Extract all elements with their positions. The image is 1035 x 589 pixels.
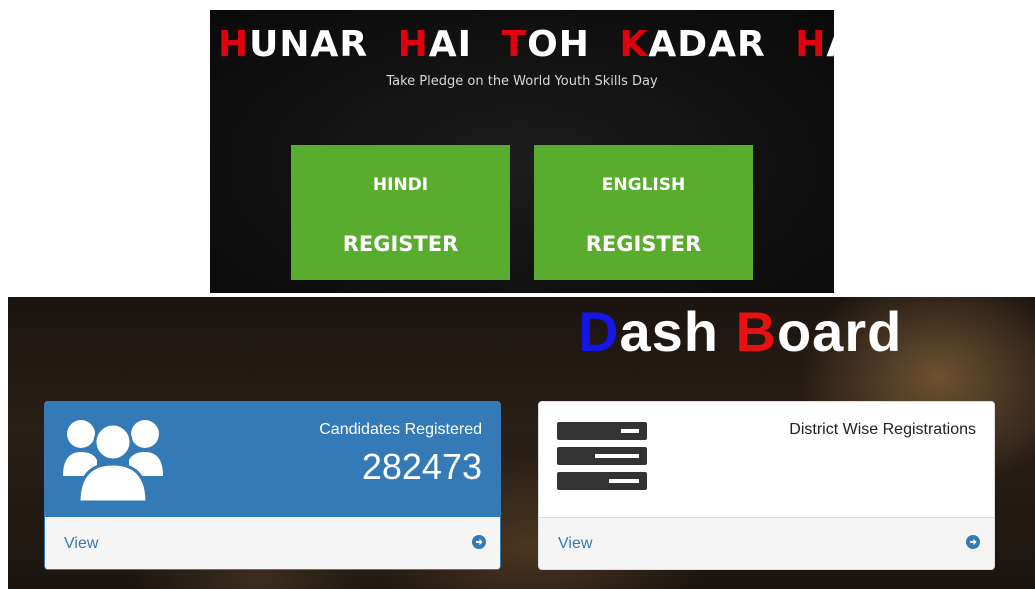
english-label: ENGLISH bbox=[601, 175, 686, 195]
panel-heading: Candidates Registered 282473 bbox=[45, 402, 500, 517]
candidates-count: 282473 bbox=[361, 446, 482, 487]
view-link-text: View bbox=[558, 535, 593, 552]
title-word-1: HUNAR bbox=[218, 24, 369, 65]
candidates-view-link[interactable]: View bbox=[45, 518, 500, 569]
register-label: REGISTER bbox=[585, 232, 702, 256]
server-icon bbox=[557, 414, 649, 499]
dashboard-section: Dash Board Candidates Registered 282473 bbox=[8, 297, 1035, 589]
title-word-2: HAI bbox=[397, 24, 473, 65]
banner-subtitle: Take Pledge on the World Youth Skills Da… bbox=[386, 74, 658, 89]
arrow-circle-right-icon bbox=[472, 535, 486, 554]
title-word-5: HAI bbox=[795, 24, 834, 65]
english-register-button[interactable]: ENGLISH REGISTER bbox=[534, 145, 753, 280]
candidates-registered-label: Candidates Registered bbox=[319, 421, 482, 438]
register-label: REGISTER bbox=[342, 232, 459, 256]
dashboard-title: Dash Board bbox=[578, 300, 903, 363]
district-wise-registrations-label: District Wise Registrations bbox=[789, 421, 976, 438]
hindi-label: HINDI bbox=[372, 175, 429, 195]
candidates-registered-panel: Candidates Registered 282473 View bbox=[44, 401, 501, 570]
hindi-register-button[interactable]: HINDI REGISTER bbox=[291, 145, 510, 280]
title-word-3: TOH bbox=[501, 24, 590, 65]
district-wise-registrations-panel: District Wise Registrations View bbox=[538, 401, 995, 570]
district-view-link[interactable]: View bbox=[539, 518, 994, 569]
arrow-circle-right-icon bbox=[966, 535, 980, 554]
pledge-banner: HUNAR HAI TOH KADAR HAI Take Pledge on t… bbox=[210, 10, 834, 293]
title-word-4: KADAR bbox=[619, 24, 766, 65]
view-link-text: View bbox=[64, 535, 99, 552]
users-icon bbox=[63, 414, 163, 509]
panel-heading: District Wise Registrations bbox=[539, 402, 994, 518]
banner-title: HUNAR HAI TOH KADAR HAI bbox=[210, 24, 834, 65]
